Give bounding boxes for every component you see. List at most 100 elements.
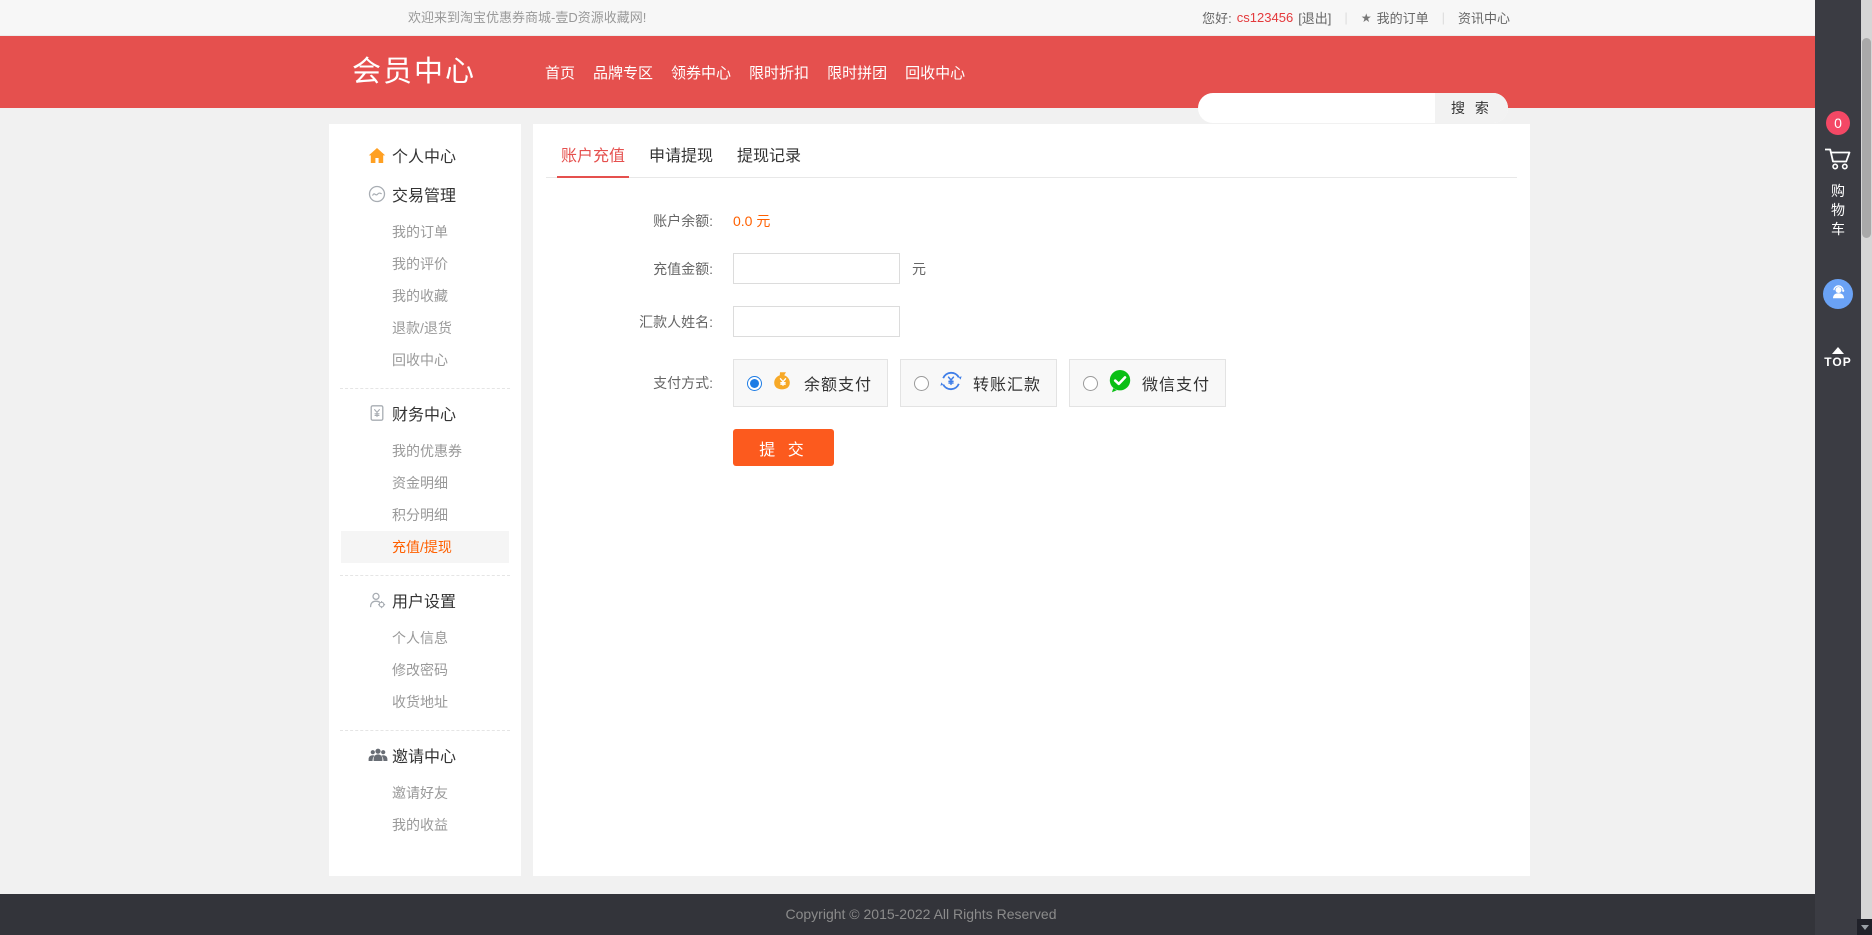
radio-wechat-pay[interactable]: [1083, 376, 1098, 391]
balance-row: 账户余额: 0.0 元: [546, 211, 1517, 231]
top-label: TOP: [1824, 355, 1851, 369]
payment-option-balance[interactable]: 余额支付: [733, 359, 888, 407]
site-logo[interactable]: 会员中心: [352, 36, 476, 108]
nav-item-recycle-center[interactable]: 回收中心: [905, 62, 965, 83]
section-title: 个人中心: [392, 143, 456, 167]
main-panel: 账户充值 申请提现 提现记录 账户余额: 0.0 元 充值金额: 元 汇款人姓名…: [533, 124, 1530, 876]
sidebar-list-invite: 邀请好友 我的收益: [329, 777, 521, 841]
payment-label: 支付方式:: [546, 373, 713, 393]
back-to-top-button[interactable]: TOP: [1824, 347, 1851, 369]
sidebar-list-finance: 我的优惠券 资金明细 积分明细 充值/提现: [329, 435, 521, 563]
amount-unit: 元: [912, 259, 926, 279]
sidebar-item-points-details[interactable]: 积分明细: [329, 499, 521, 531]
finance-icon: [368, 404, 392, 422]
balance-value: 0.0 元: [733, 211, 770, 231]
sidebar-item-recharge-withdraw[interactable]: 充值/提现: [341, 531, 509, 563]
recharge-form: 账户余额: 0.0 元 充值金额: 元 汇款人姓名: 支付方式:: [546, 211, 1517, 466]
main-nav: 首页 品牌专区 领券中心 限时折扣 限时拼团 回收中心: [545, 36, 965, 108]
divider: [340, 388, 510, 389]
tab-bar: 账户充值 申请提现 提现记录: [546, 137, 1517, 178]
remitter-name-input[interactable]: [733, 306, 900, 337]
star-icon: ★: [1361, 11, 1372, 25]
payment-option-label: 余额支付: [804, 371, 872, 395]
sidebar-section-user-settings[interactable]: 用户设置: [329, 585, 521, 615]
sidebar-item-recycle-center[interactable]: 回收中心: [329, 344, 521, 376]
logout-link[interactable]: [退出]: [1298, 8, 1331, 27]
cart-label[interactable]: 购物车: [1830, 182, 1846, 239]
nav-item-flash-discount[interactable]: 限时折扣: [749, 62, 809, 83]
invite-icon: [368, 747, 392, 763]
payment-option-label: 转账汇款: [973, 371, 1041, 395]
sidebar-item-shipping-address[interactable]: 收货地址: [329, 686, 521, 718]
divider: |: [1442, 10, 1445, 25]
sidebar-item-my-reviews[interactable]: 我的评价: [329, 248, 521, 280]
scroll-down-button[interactable]: [1857, 919, 1872, 935]
divider: [340, 730, 510, 731]
sidebar-section-personal-center[interactable]: 个人中心: [329, 140, 521, 170]
radio-balance-pay[interactable]: [747, 376, 762, 391]
headset-person-icon: [1830, 283, 1847, 305]
sidebar-item-change-password[interactable]: 修改密码: [329, 654, 521, 686]
my-orders-label: 我的订单: [1377, 8, 1429, 27]
sidebar-section-trade-management[interactable]: 交易管理: [329, 179, 521, 209]
payment-method-row: 支付方式: 余额支付 转账汇款: [546, 359, 1517, 407]
sidebar: 个人中心 交易管理 我的订单 我的评价 我的收藏 退款/退货 回收中心 财务中心…: [329, 124, 521, 876]
nav-item-home[interactable]: 首页: [545, 62, 575, 83]
floating-sidebar: 0 购物车 TOP: [1815, 0, 1861, 935]
wechat-icon: [1107, 368, 1133, 399]
news-center-link[interactable]: 资讯中心: [1458, 8, 1510, 27]
nav-item-brand-zone[interactable]: 品牌专区: [593, 62, 653, 83]
topbar: 欢迎来到淘宝优惠券商城-壹D资源收藏网! 您好: cs123456 [退出] |…: [0, 0, 1872, 36]
payment-option-bank-transfer[interactable]: 转账汇款: [900, 359, 1057, 407]
sidebar-section-invite-center[interactable]: 邀请中心: [329, 740, 521, 770]
search-button[interactable]: 搜 索: [1435, 93, 1508, 123]
money-bag-icon: [771, 369, 795, 398]
sidebar-item-my-favorites[interactable]: 我的收藏: [329, 280, 521, 312]
radio-bank-transfer[interactable]: [914, 376, 929, 391]
amount-label: 充值金额:: [546, 259, 713, 279]
customer-service-button[interactable]: [1823, 279, 1853, 309]
nav-item-group-buy[interactable]: 限时拼团: [827, 62, 887, 83]
footer: Copyright © 2015-2022 All Rights Reserve…: [0, 894, 1872, 935]
search-bar: 搜 索: [1198, 93, 1508, 123]
up-arrow-icon: [1832, 347, 1844, 354]
tab-account-recharge[interactable]: 账户充值: [557, 137, 629, 178]
sidebar-list-trade: 我的订单 我的评价 我的收藏 退款/退货 回收中心: [329, 216, 521, 376]
transaction-icon: [368, 185, 392, 203]
cart-count-badge: 0: [1826, 111, 1850, 135]
payment-option-wechat[interactable]: 微信支付: [1069, 359, 1226, 407]
tab-withdraw-records[interactable]: 提现记录: [733, 137, 805, 178]
sidebar-list-settings: 个人信息 修改密码 收货地址: [329, 622, 521, 718]
username-link[interactable]: cs123456: [1237, 10, 1293, 25]
search-input[interactable]: [1198, 93, 1435, 123]
sidebar-item-invite-friends[interactable]: 邀请好友: [329, 777, 521, 809]
sidebar-item-fund-details[interactable]: 资金明细: [329, 467, 521, 499]
scrollbar-thumb[interactable]: [1862, 38, 1871, 238]
greeting-prefix: 您好:: [1202, 8, 1232, 27]
sidebar-item-my-orders[interactable]: 我的订单: [329, 216, 521, 248]
nav-item-coupon-center[interactable]: 领券中心: [671, 62, 731, 83]
divider: [340, 575, 510, 576]
copyright-text: Copyright © 2015-2022 All Rights Reserve…: [0, 894, 1872, 935]
sidebar-section-finance-center[interactable]: 财务中心: [329, 398, 521, 428]
sidebar-item-my-earnings[interactable]: 我的收益: [329, 809, 521, 841]
sidebar-item-refund-return[interactable]: 退款/退货: [329, 312, 521, 344]
amount-input[interactable]: [733, 253, 900, 284]
submit-row: 提 交: [546, 429, 1517, 466]
payment-option-label: 微信支付: [1142, 371, 1210, 395]
remitter-row: 汇款人姓名:: [546, 306, 1517, 337]
section-title: 财务中心: [392, 401, 456, 425]
sidebar-item-personal-info[interactable]: 个人信息: [329, 622, 521, 654]
submit-button[interactable]: 提 交: [733, 429, 834, 466]
balance-label: 账户余额:: [546, 211, 713, 231]
sidebar-item-my-coupons[interactable]: 我的优惠券: [329, 435, 521, 467]
topbar-right: 您好: cs123456 [退出] | ★ 我的订单 | 资讯中心: [1202, 0, 1510, 35]
tab-apply-withdraw[interactable]: 申请提现: [645, 137, 717, 178]
remitter-label: 汇款人姓名:: [546, 312, 713, 332]
section-title: 用户设置: [392, 588, 456, 612]
my-orders-link[interactable]: ★ 我的订单: [1361, 8, 1429, 27]
home-icon: [368, 147, 392, 164]
scrollbar-track[interactable]: [1861, 0, 1872, 935]
welcome-text: 欢迎来到淘宝优惠券商城-壹D资源收藏网!: [408, 0, 646, 35]
cart-icon[interactable]: [1823, 145, 1853, 177]
